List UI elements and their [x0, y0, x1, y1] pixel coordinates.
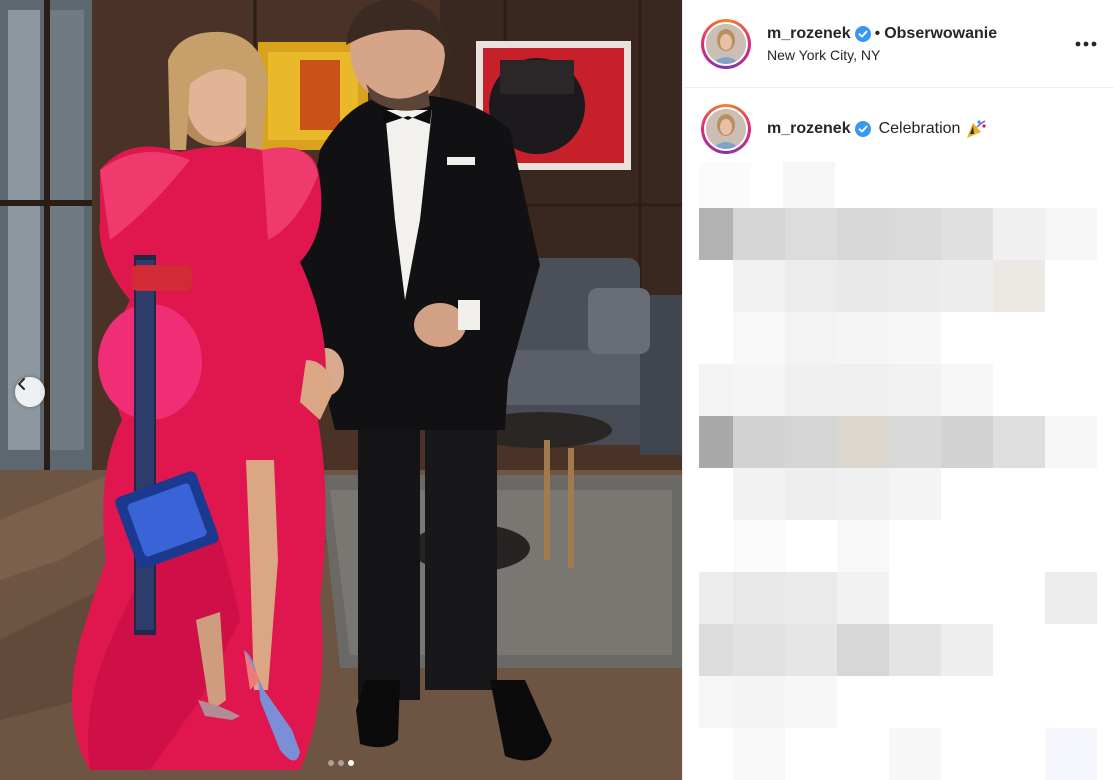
- post-photo[interactable]: [0, 0, 682, 780]
- caption-username-link[interactable]: m_rozenek: [767, 120, 851, 138]
- avatar-image: [706, 109, 746, 149]
- carousel-prev-button[interactable]: [15, 377, 45, 407]
- pixelated-comments: [683, 162, 1113, 780]
- blurred-comments-area: [683, 162, 1113, 780]
- party-popper-icon: [965, 119, 987, 139]
- avatar[interactable]: [701, 18, 751, 69]
- header-separator: •: [874, 24, 881, 42]
- post-header: m_rozenek • Obserwowanie New York City, …: [683, 0, 1113, 88]
- caption-text: Celebration: [878, 120, 961, 137]
- carousel-indicator: [0, 760, 682, 766]
- following-button[interactable]: Obserwowanie: [884, 25, 997, 43]
- chevron-left-icon: [18, 378, 25, 390]
- location-link[interactable]: New York City, NY: [767, 47, 1074, 63]
- caption-row: m_rozenek Celebration: [683, 88, 1113, 154]
- avatar-image: [706, 23, 746, 64]
- caption-avatar[interactable]: [701, 104, 751, 154]
- username-link[interactable]: m_rozenek: [767, 25, 851, 43]
- more-options-icon[interactable]: [1074, 32, 1098, 56]
- verified-badge-icon: [854, 25, 871, 42]
- carousel-dot: [328, 760, 334, 766]
- photo-illustration: [0, 0, 682, 780]
- carousel-dot: [338, 760, 344, 766]
- carousel-dot-active: [348, 760, 354, 766]
- verified-badge-icon: [854, 121, 871, 137]
- post-side-panel: m_rozenek • Obserwowanie New York City, …: [682, 0, 1113, 780]
